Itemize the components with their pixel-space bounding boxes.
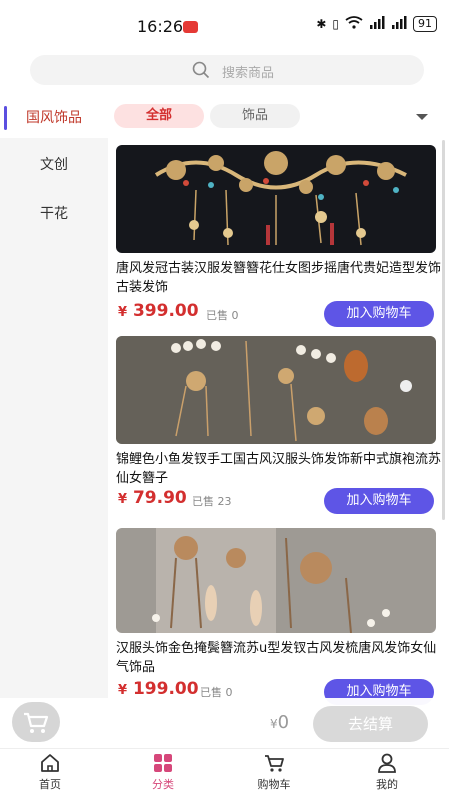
tab-home[interactable]: 首页: [10, 753, 90, 792]
profile-icon: [378, 753, 396, 773]
product-image[interactable]: [116, 145, 436, 253]
product-image[interactable]: [116, 336, 436, 444]
home-icon: [41, 754, 59, 772]
search-icon: [192, 61, 210, 83]
battery-icon: 91: [413, 16, 437, 32]
price-symbol: ¥: [118, 492, 128, 507]
category-icon: [154, 754, 172, 772]
tab-cart[interactable]: 购物车: [234, 753, 314, 792]
sidebar-item-ganhua[interactable]: 干花: [0, 194, 108, 234]
price-value: 199.00: [132, 679, 199, 699]
tab-label: 我的: [376, 778, 398, 791]
tab-profile[interactable]: 我的: [347, 753, 427, 792]
price-value: 399.00: [132, 301, 199, 321]
total-value: 0: [277, 712, 290, 733]
product-price: ¥ 199.00: [118, 679, 199, 699]
tab-label: 首页: [39, 778, 61, 791]
wifi-icon: [345, 16, 363, 32]
cart-icon: [265, 755, 284, 772]
product-image[interactable]: [116, 528, 436, 633]
sold-count: 已售 0: [206, 309, 239, 322]
checkout-button[interactable]: 去结算: [313, 706, 428, 742]
tab-label: 分类: [152, 778, 174, 791]
price-symbol: ¥: [118, 683, 128, 698]
sidebar-item-guofeng[interactable]: 国风饰品: [0, 98, 108, 138]
product-list: 唐风发冠古装汉服发簪簪花仕女图步摇唐代贵妃造型发饰古装发饰 ¥ 399.00 已…: [108, 140, 449, 748]
tab-category[interactable]: 分类: [123, 753, 203, 792]
vibrate-icon: ▯: [332, 17, 339, 31]
sidebar-item-wenchuang[interactable]: 文创: [0, 145, 108, 185]
cart-button[interactable]: [12, 702, 60, 742]
product-title[interactable]: 唐风发冠古装汉服发簪簪花仕女图步摇唐代贵妃造型发饰古装发饰: [116, 259, 442, 297]
chip-accessories[interactable]: 饰品: [210, 104, 300, 128]
price-symbol: ¥: [118, 305, 128, 320]
cart-bar: ¥0 去结算: [0, 698, 449, 750]
signal-icon-2: [391, 16, 407, 32]
total-symbol: ¥: [270, 717, 278, 731]
add-to-cart-button[interactable]: 加入购物车: [324, 301, 434, 327]
status-icons: ✱ ▯ 91: [316, 16, 437, 32]
status-time: 16:26: [137, 17, 184, 36]
bottom-tabbar: 首页 分类 购物车 我的: [0, 748, 449, 800]
search-input[interactable]: 搜索商品: [30, 55, 424, 85]
cart-icon: [24, 712, 49, 733]
tab-label: 购物车: [257, 778, 291, 791]
chevron-down-icon[interactable]: [416, 114, 428, 120]
category-sidebar: 国风饰品 文创 干花: [0, 98, 108, 748]
scrollbar[interactable]: [442, 140, 445, 520]
signal-icon-1: [369, 16, 385, 32]
chip-all[interactable]: 全部: [114, 104, 204, 128]
price-value: 79.90: [132, 488, 187, 508]
product-price: ¥ 79.90: [118, 488, 187, 508]
sold-count: 已售 23: [192, 495, 232, 508]
bluetooth-icon: ✱: [316, 17, 327, 31]
product-price: ¥ 399.00: [118, 301, 199, 321]
notification-icon: [183, 21, 198, 33]
cart-total: ¥0: [270, 712, 289, 733]
search-placeholder: 搜索商品: [222, 66, 275, 81]
product-title[interactable]: 汉服头饰金色掩鬓簪流苏u型发钗古风发梳唐风发饰女仙气饰品: [116, 639, 442, 677]
status-bar: 16:26 ✱ ▯ 91: [0, 0, 449, 50]
product-title[interactable]: 锦鲤色小鱼发钗手工国古风汉服头饰发饰新中式旗袍流苏仙女簪子: [116, 450, 442, 488]
add-to-cart-button[interactable]: 加入购物车: [324, 488, 434, 514]
